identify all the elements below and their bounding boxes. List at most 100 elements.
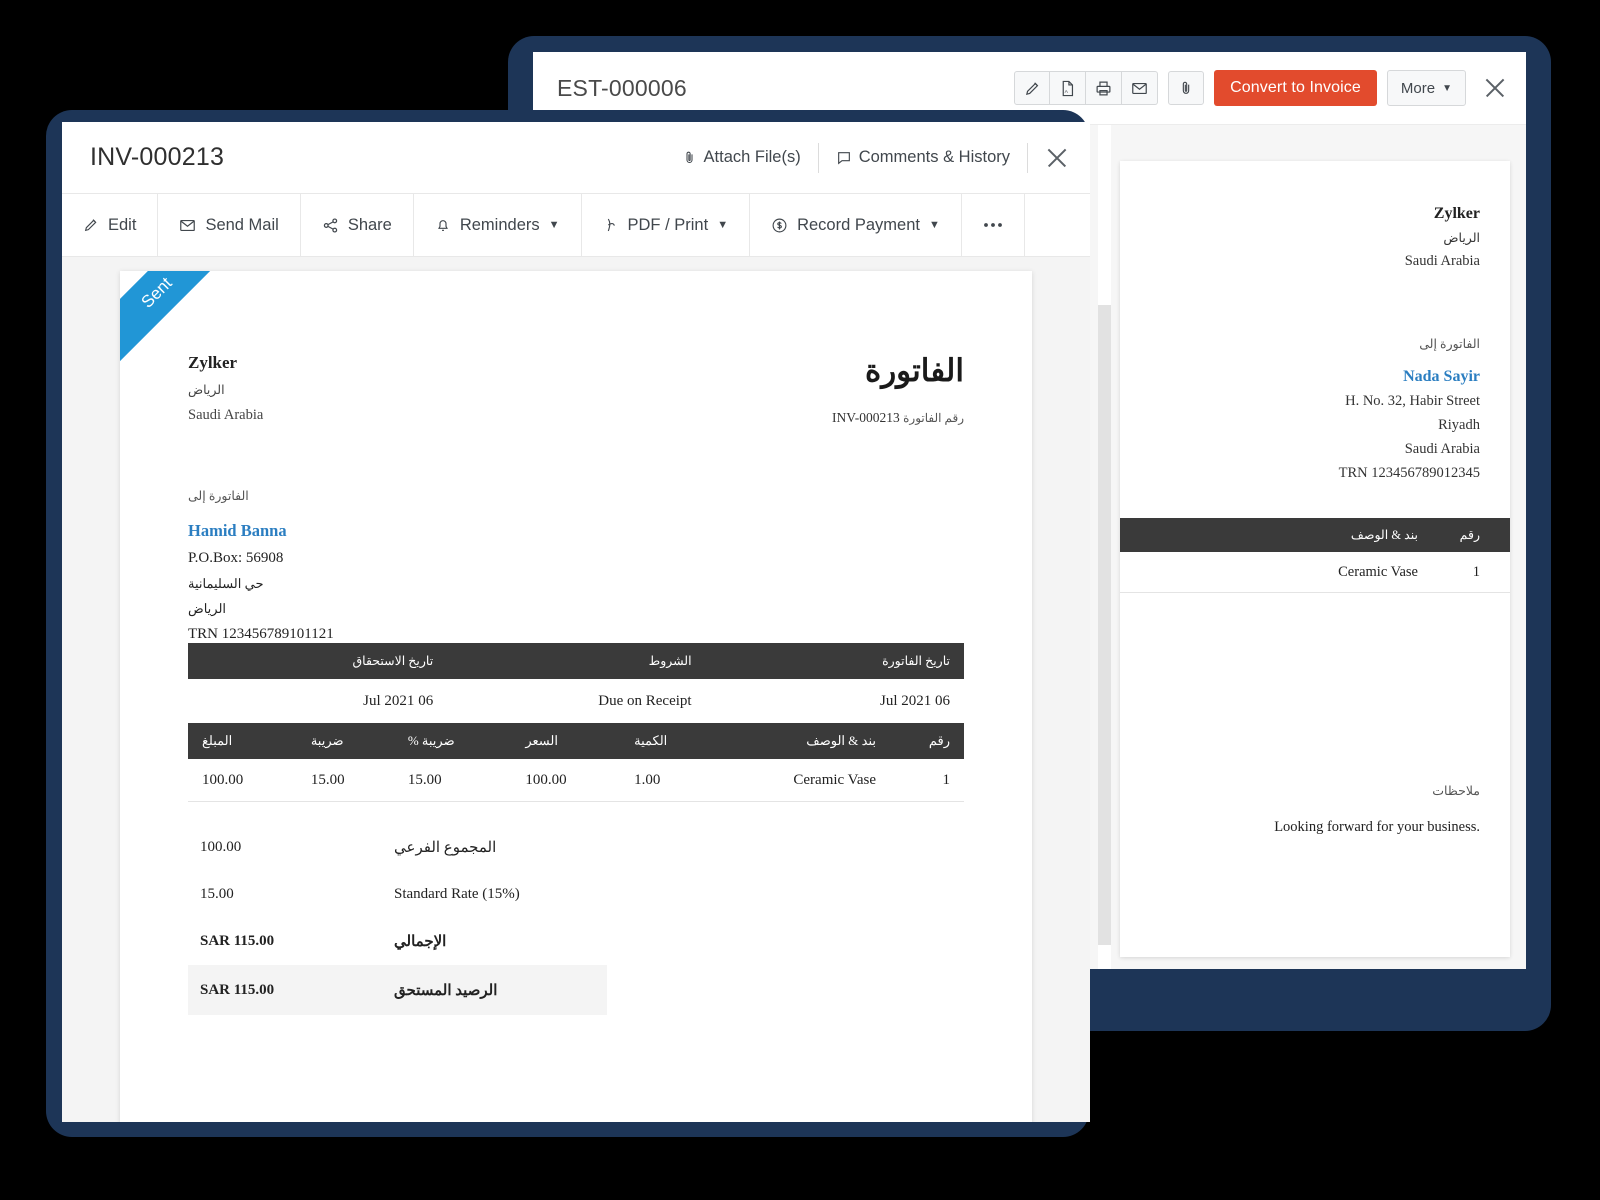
paperclip-icon-button[interactable] (1168, 71, 1204, 105)
th-item-rate: السعر (511, 723, 620, 759)
pdf-file-icon: A (1059, 80, 1076, 97)
estimate-customer-country: Saudi Arabia (1150, 441, 1480, 458)
toolbar-reminders-button[interactable]: Reminders ▼ (414, 194, 582, 256)
estimate-org-name: Zylker (1150, 205, 1480, 223)
toolbar-send-mail-label: Send Mail (205, 216, 278, 235)
totals-row-tax: Standard Rate (15%) 15.00 (188, 871, 607, 918)
pencil-icon-button[interactable] (1014, 71, 1050, 105)
more-button-label: More (1401, 80, 1435, 97)
dates-table-header-row: تاريخ الفاتورة الشروط تاريخ الاستحقاق (188, 643, 964, 679)
invoice-customer-district: حي السليمانية (188, 576, 964, 592)
estimate-th-no: رقم (1444, 527, 1480, 543)
total-value: SAR 115.00 (188, 933, 370, 950)
svg-text:A: A (1065, 88, 1069, 94)
balance-due-value: SAR 115.00 (188, 982, 370, 999)
more-button[interactable]: More ▼ (1387, 70, 1466, 106)
invoice-number-line: رقم الفاتورة INV-000213 (832, 410, 964, 426)
invoice-customer-trn: TRN 123456789101121 (188, 626, 964, 643)
invoice-toolbar: Edit Send Mail Share Reminders (62, 194, 1090, 257)
td-invoice-date: 06 Jul 2021 (706, 679, 964, 723)
envelope-icon (1131, 80, 1148, 97)
pencil-icon (83, 217, 99, 233)
toolbar-share-button[interactable]: Share (301, 194, 414, 256)
toolbar-send-mail-button[interactable]: Send Mail (158, 194, 300, 256)
tax-label: Standard Rate (15%) (370, 886, 607, 903)
envelope-icon-button[interactable] (1122, 71, 1158, 105)
convert-to-invoice-button[interactable]: Convert to Invoice (1214, 70, 1377, 106)
estimate-title: EST-000006 (557, 75, 687, 102)
totals-row-balance-due: الرصيد المستحق SAR 115.00 (188, 965, 607, 1015)
estimate-document: Zylker الرياض Saudi Arabia الفاتورة إلى … (1120, 161, 1510, 957)
estimate-notes-text: .Looking forward for your business (1150, 819, 1480, 836)
envelope-icon (179, 217, 196, 234)
estimate-billto-label: الفاتورة إلى (1150, 336, 1480, 352)
estimate-customer-trn: TRN 123456789012345 (1150, 465, 1480, 482)
estimate-close-icon[interactable] (1482, 75, 1508, 101)
invoice-title: INV-000213 (90, 143, 224, 172)
subtotal-label: المجموع الفرعي (370, 838, 607, 857)
estimate-scrollbar-thumb[interactable] (1098, 305, 1111, 945)
invoice-org-block: Zylker الرياض Saudi Arabia (188, 353, 263, 424)
ellipsis-icon (983, 222, 1003, 228)
toolbar-record-payment-label: Record Payment (797, 216, 920, 235)
td-item-description: Ceramic Vase (716, 759, 890, 802)
invoice-close-icon[interactable] (1044, 145, 1070, 171)
td-item-tax: 15.00 (297, 759, 394, 802)
th-item-qty: الكمية (620, 723, 716, 759)
total-label: الإجمالي (370, 932, 607, 951)
invoice-org-country: Saudi Arabia (188, 407, 263, 424)
td-due-date: 06 Jul 2021 (188, 679, 447, 723)
toolbar-pdf-print-label: PDF / Print (628, 216, 709, 235)
comments-history-button[interactable]: Comments & History (819, 148, 1027, 167)
invoice-items-table: رقم بند & الوصف الكمية السعر ضريبة % ضري… (188, 723, 964, 802)
paperclip-icon (1178, 80, 1194, 96)
invoice-doc-title: الفاتورة (832, 353, 964, 389)
estimate-customer-city: Riyadh (1150, 417, 1480, 434)
invoice-number-label: رقم الفاتورة (903, 411, 964, 425)
share-nodes-icon (322, 217, 339, 234)
th-item-description: بند & الوصف (716, 723, 890, 759)
printer-icon (1095, 80, 1112, 97)
estimate-customer-name[interactable]: Nada Sayir (1150, 368, 1480, 386)
toolbar-record-payment-button[interactable]: Record Payment ▼ (750, 194, 962, 256)
dollar-circle-icon (771, 217, 788, 234)
pdf-file-icon-button[interactable]: A (1050, 71, 1086, 105)
td-terms: Due on Receipt (447, 679, 705, 723)
printer-icon-button[interactable] (1086, 71, 1122, 105)
attach-files-label: Attach File(s) (704, 148, 801, 167)
invoice-header-actions: Attach File(s) Comments & History (665, 143, 1074, 173)
toolbar-edit-label: Edit (108, 216, 136, 235)
items-table-row: 1 Ceramic Vase 1.00 100.00 15.00 15.00 1… (188, 759, 964, 802)
attach-files-button[interactable]: Attach File(s) (665, 148, 818, 167)
invoice-document: Sent Zylker الرياض Saudi Arabia الفاتورة… (120, 271, 1032, 1122)
invoice-customer-pobox: P.O.Box: 56908 (188, 550, 964, 567)
chevron-down-icon: ▼ (717, 219, 728, 231)
invoice-billto-label: الفاتورة إلى (188, 488, 964, 504)
toolbar-share-label: Share (348, 216, 392, 235)
invoice-customer-name[interactable]: Hamid Banna (188, 521, 964, 541)
td-item-amount: 100.00 (188, 759, 297, 802)
totals-row-total: الإجمالي SAR 115.00 (188, 918, 607, 965)
toolbar-edit-button[interactable]: Edit (62, 194, 158, 256)
estimate-th-description: بند & الوصف (1351, 527, 1418, 543)
pencil-icon (1024, 80, 1041, 97)
estimate-icon-group: A (1014, 71, 1158, 105)
balance-due-label: الرصيد المستحق (370, 981, 607, 1000)
td-item-tax-pct: 15.00 (394, 759, 512, 802)
invoice-totals: المجموع الفرعي 100.00 Standard Rate (15%… (188, 824, 964, 1015)
estimate-org-country: Saudi Arabia (1150, 253, 1480, 270)
invoice-customer-city: الرياض (188, 601, 964, 617)
chevron-down-icon: ▼ (929, 219, 940, 231)
comments-history-label: Comments & History (859, 148, 1010, 167)
estimate-items-table-header: رقم بند & الوصف (1120, 518, 1510, 552)
estimate-org-city: الرياض (1150, 230, 1480, 246)
th-terms: الشروط (447, 643, 705, 679)
invoice-body: Sent Zylker الرياض Saudi Arabia الفاتورة… (62, 257, 1090, 1122)
toolbar-pdf-print-button[interactable]: PDF / Print ▼ (582, 194, 751, 256)
tax-value: 15.00 (188, 886, 370, 903)
toolbar-more-options-button[interactable] (962, 194, 1025, 256)
paperclip-icon (682, 150, 697, 165)
invoice-org-name: Zylker (188, 353, 263, 373)
screenshot-stage: EST-000006 A (0, 0, 1600, 1200)
totals-row-subtotal: المجموع الفرعي 100.00 (188, 824, 607, 871)
